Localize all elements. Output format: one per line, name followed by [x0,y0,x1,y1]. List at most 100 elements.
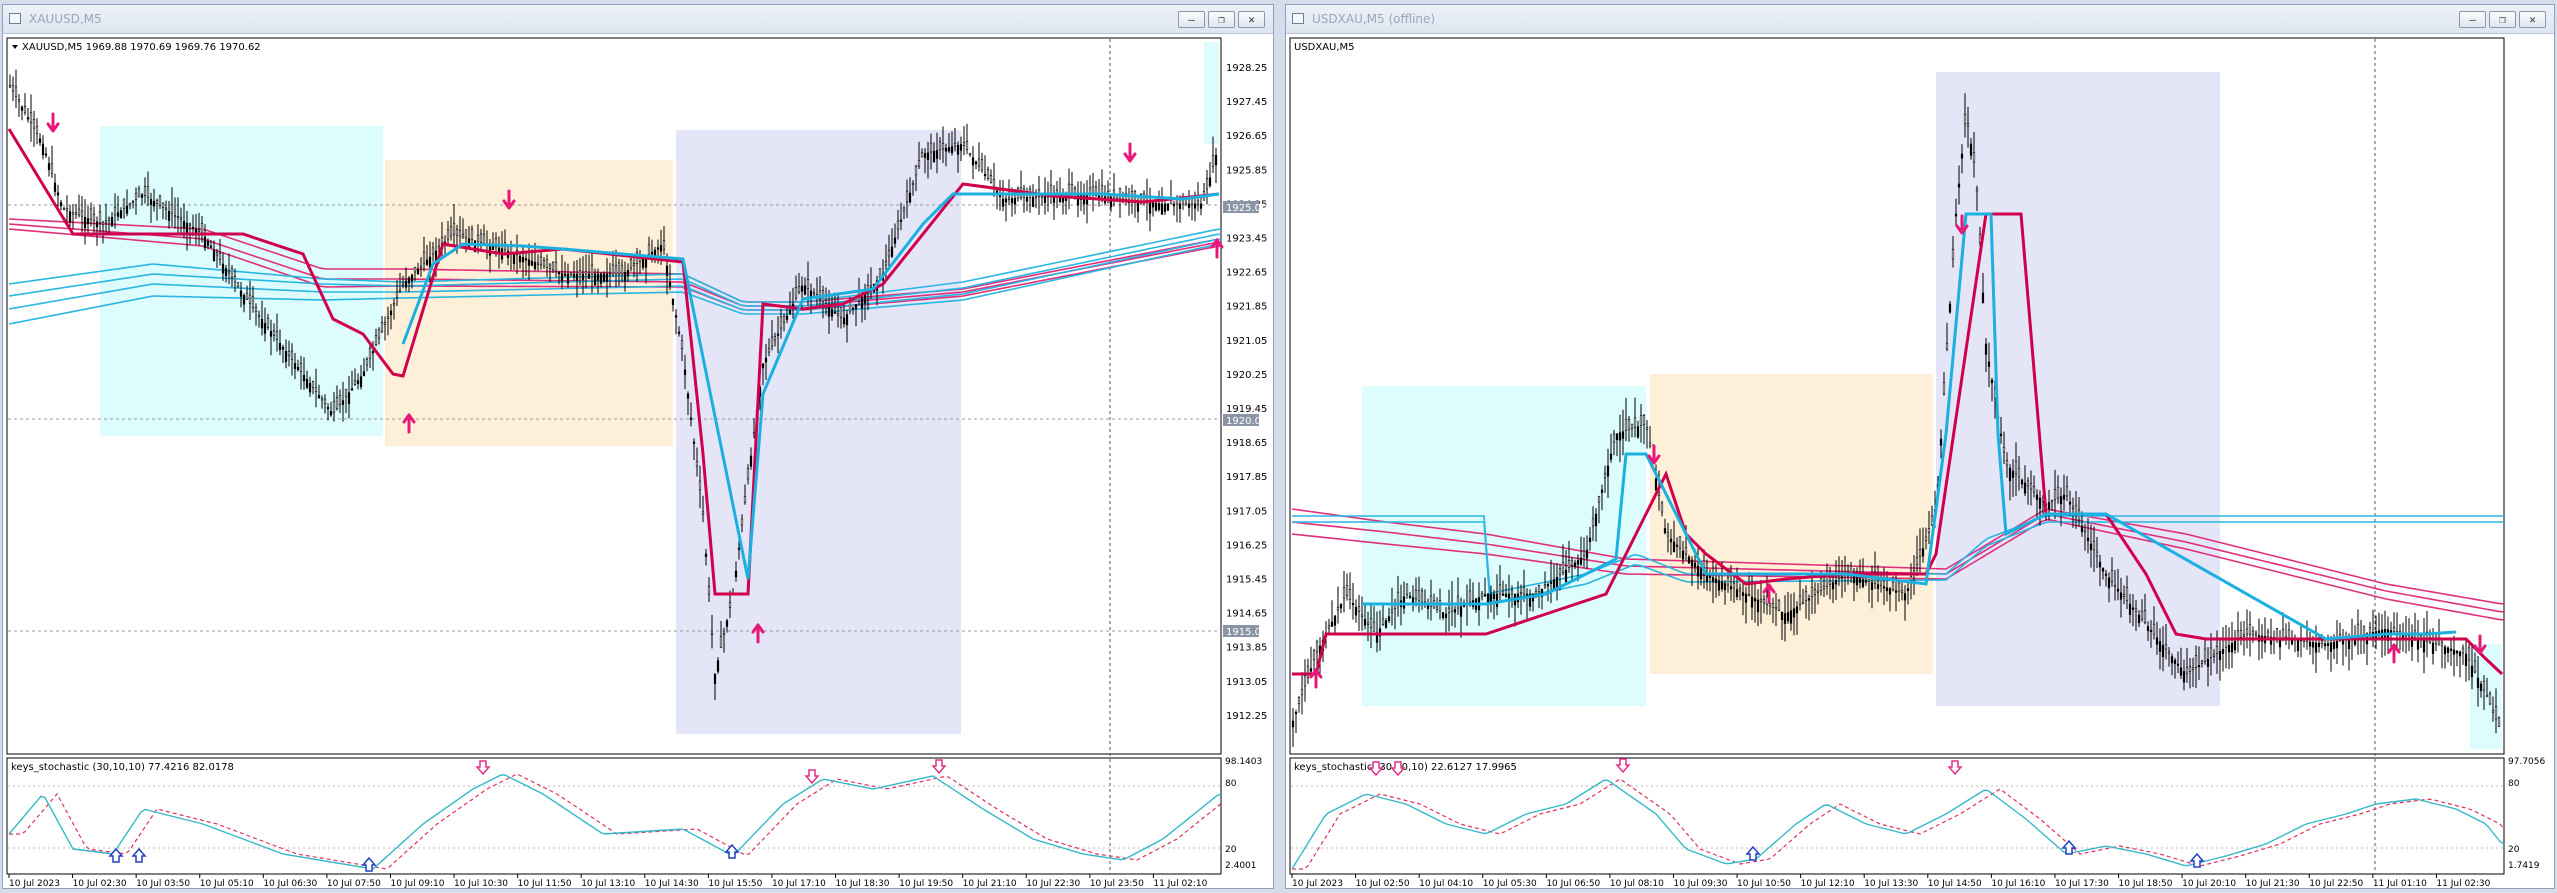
chart-window-usdxau[interactable]: USDXAU,M5 (offline) – ❐ ✕ USDXAU,M5 keys_… [1285,4,2555,889]
candle-body [1807,598,1811,601]
minimize-button[interactable]: – [2459,11,2486,28]
candle-body [905,190,909,203]
candle-body [2152,623,2156,635]
candle-body [827,306,831,317]
candle-body [986,169,990,179]
candle-body [86,218,90,225]
candle-body [665,265,669,276]
time-axis-label: 10 Jul 18:30 [836,879,890,888]
time-axis-label: 10 Jul 06:30 [263,879,317,888]
candle-body [338,395,342,405]
candle-body [2209,647,2213,658]
candle-body [707,586,711,595]
close-button[interactable]: ✕ [1238,11,1265,28]
candle-body [14,86,18,97]
candle-body [800,285,804,292]
candle-body [272,330,276,336]
candle-body [890,246,894,257]
candle-body [566,273,570,284]
candle-body [2005,460,2009,466]
price-chart[interactable]: 1928.251927.451926.651925.851924.251923.… [3,34,1273,888]
candle-body [2179,667,2183,676]
title-bar[interactable]: USDXAU,M5 (offline) – ❐ ✕ [1286,5,2554,34]
candle-body [380,322,384,332]
time-axis-label: 10 Jul 20:10 [2182,879,2236,888]
candle-body [1426,604,1430,609]
candle-body [101,222,105,225]
candle-body [1720,581,1724,590]
candle-body [1783,613,1787,624]
candle-body [734,570,738,578]
candle-body [2071,506,2075,509]
price-axis-label: 1918.65 [1226,438,1267,449]
candle-body [311,381,315,388]
time-axis-label: 10 Jul 02:50 [1356,879,1410,888]
candle-body [2176,663,2180,666]
candle-body [479,233,483,243]
restore-button[interactable]: ❐ [1208,11,1235,28]
candle-body [956,144,960,155]
candle-body [1624,419,1628,431]
candle-body [29,112,33,124]
restore-button[interactable]: ❐ [2489,11,2516,28]
candle-body [2362,625,2366,635]
candle-body [44,153,48,156]
candle-body [1828,580,1832,585]
candle-body [2134,608,2138,612]
candle-body [1711,577,1715,583]
candle-body [1001,198,1005,207]
candle-body [1792,608,1796,618]
candle-body [932,150,936,163]
close-button[interactable]: ✕ [2519,11,2546,28]
candle-body [656,247,660,250]
price-tag-label: 1925.00 [1226,203,1267,214]
candle-body [701,511,705,515]
candle-body [869,285,873,288]
price-chart[interactable]: USDXAU,M5 keys_stochastic (30,10,10) 22.6… [1286,34,2554,888]
candle-body [1309,668,1313,672]
candle-body [104,220,108,223]
minimize-button[interactable]: – [1178,11,1205,28]
candle-body [89,208,93,220]
time-axis-label: 10 Jul 13:30 [1864,879,1918,888]
candle-body [2203,648,2207,662]
candle-body [725,620,729,627]
candle-body [1034,196,1038,199]
time-axis-label: 10 Jul 09:10 [390,879,444,888]
candle-body [2113,584,2117,588]
candle-body [299,363,303,372]
price-tag-label: 1920.00 [1226,416,1267,427]
candle-body [278,343,282,351]
candle-body [191,227,195,230]
candle-body [578,270,582,275]
candle-body [350,388,354,391]
candle-body [584,271,588,275]
candle-body [557,272,561,275]
time-axis-label: 11 Jul 02:10 [1153,879,1207,888]
candle-body [1567,560,1571,568]
candle-body [293,363,297,370]
indicator-axis-label: 20 [1225,845,1237,855]
price-axis-label: 1915.45 [1226,575,1267,586]
candle-body [1903,593,1907,601]
candle-body [230,267,234,278]
candle-body [365,358,369,366]
time-axis-label: 10 Jul 03:50 [136,879,190,888]
candle-body [695,461,699,467]
candle-body [488,244,492,256]
candle-body [788,309,792,314]
candle-body [2323,643,2327,647]
chart-window-xauusd[interactable]: XAUUSD,M5 – ❐ ✕ 1928.25 1927.45 1926.65 192… [2,4,1274,889]
candle-body [1184,203,1188,206]
candle-body [1199,203,1203,209]
title-bar[interactable]: XAUUSD,M5 – ❐ ✕ [3,5,1273,34]
candle-body [1579,557,1583,565]
candle-body [1178,203,1182,209]
candle-body [1912,569,1916,573]
time-axis-label: 11 Jul 01:10 [2373,879,2427,888]
candle-body [2182,671,2186,683]
candle-body [110,216,114,227]
candle-body [377,329,381,339]
candle-body [1666,531,1670,537]
candle-body [1193,203,1197,209]
